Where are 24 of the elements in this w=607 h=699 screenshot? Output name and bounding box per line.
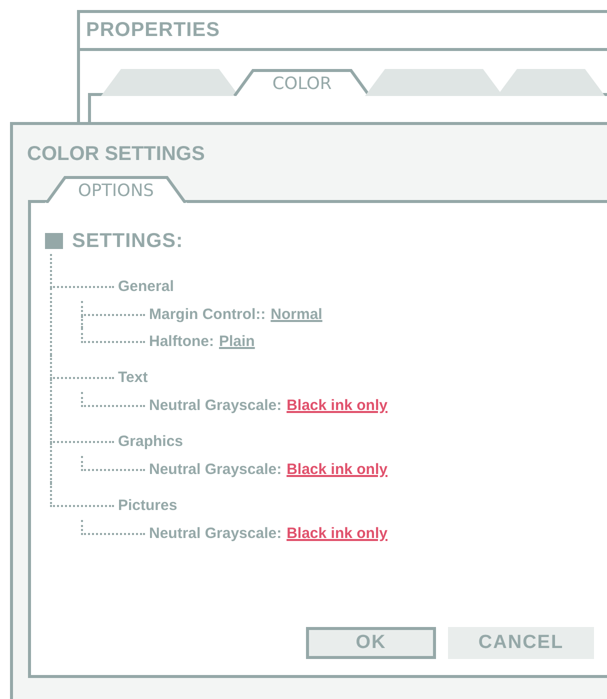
active-tab[interactable]: COLOR: [233, 69, 371, 96]
tree-group-label[interactable]: Text: [118, 364, 148, 392]
tree-root-label: SETTINGS:: [72, 230, 184, 252]
setting-label: Margin Control::: [149, 305, 266, 325]
setting-label: Neutral Grayscale:: [149, 524, 282, 544]
tree-group-label[interactable]: Pictures: [118, 492, 178, 520]
tree-connector-line: [81, 520, 145, 535]
setting-value-link[interactable]: Black ink only: [286, 521, 388, 547]
setting-value-link[interactable]: Normal: [270, 302, 322, 328]
tree-group-label[interactable]: Graphics: [118, 428, 184, 456]
square-bullet-icon: [45, 233, 63, 249]
window-title: PROPERTIES: [80, 13, 607, 51]
setting-label: Halftone:: [149, 332, 214, 352]
setting-value-link[interactable]: Plain: [219, 329, 255, 355]
ok-button[interactable]: OK: [306, 627, 436, 659]
cancel-button[interactable]: CANCEL: [448, 627, 594, 659]
tree-connector-line: [81, 392, 145, 407]
setting-value-link[interactable]: Black ink only: [286, 457, 388, 483]
dialog-title: COLOR SETTINGS: [26, 142, 206, 167]
setting-value-link[interactable]: Black ink only: [286, 393, 388, 419]
setting-label: Neutral Grayscale:: [149, 460, 282, 480]
tree-connector-line: [81, 456, 145, 471]
tree-group-label[interactable]: General: [118, 273, 174, 301]
setting-label: Neutral Grayscale:: [149, 396, 282, 416]
